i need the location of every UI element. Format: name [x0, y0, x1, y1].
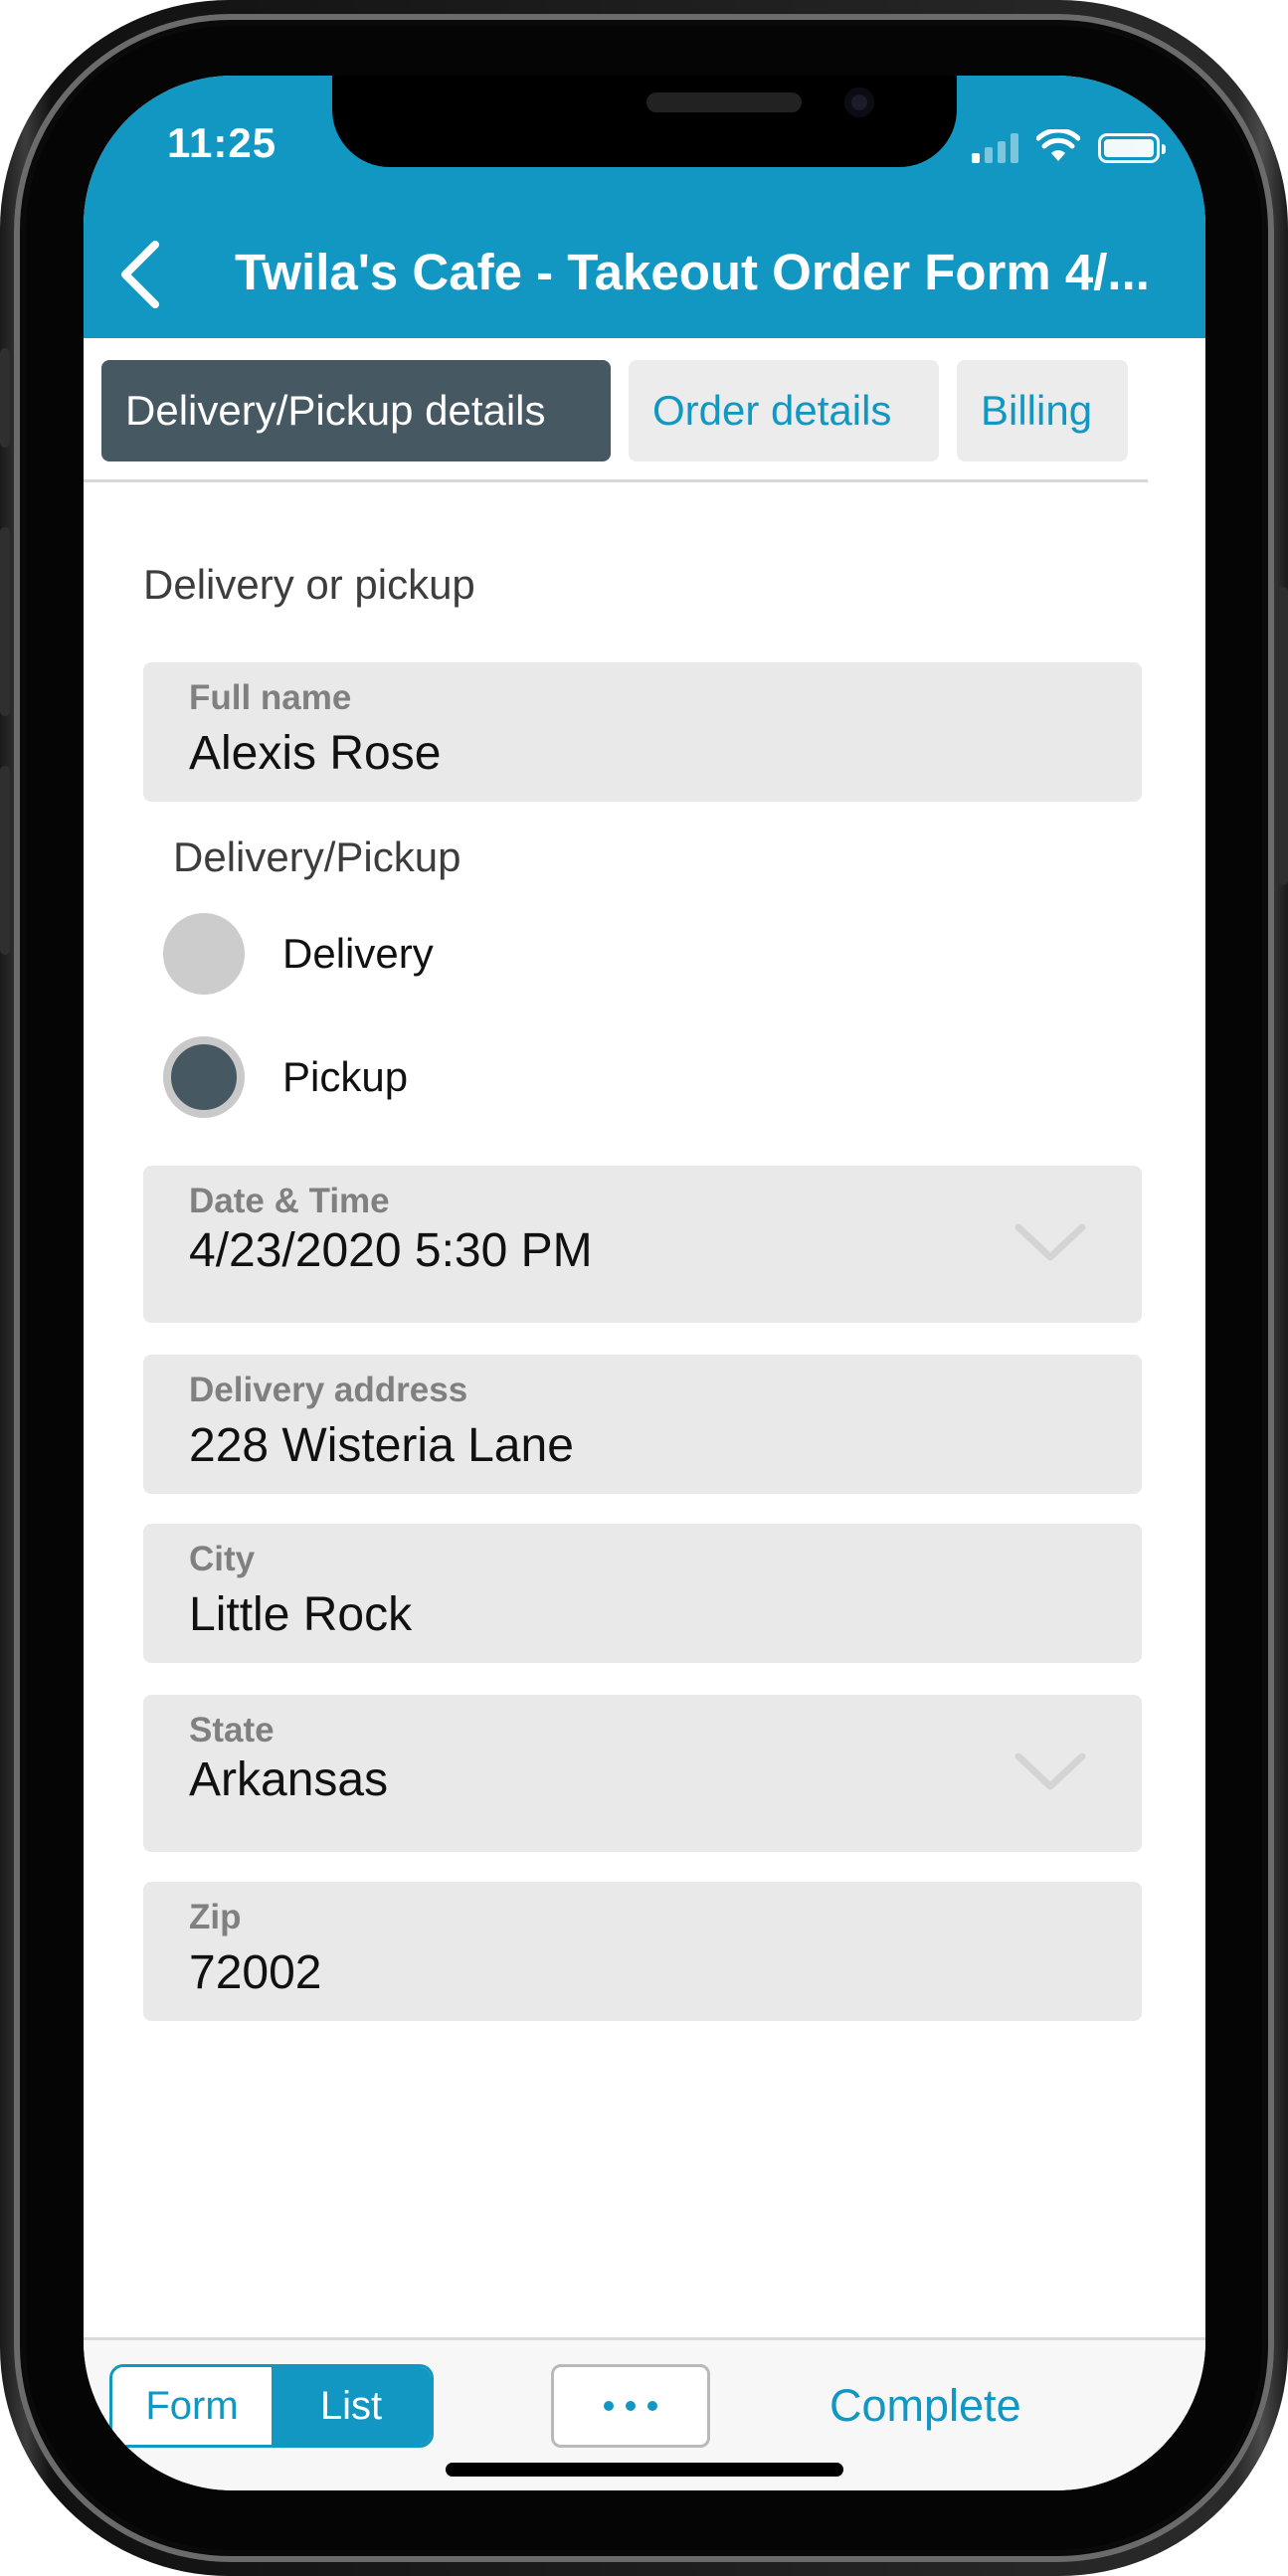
- page-title: Twila's Cafe - Takeout Order Form 4/...: [235, 244, 1150, 300]
- app-screen: 11:25 Twila's Cafe - Takeout Order Form …: [84, 76, 1205, 2490]
- mute-switch: [0, 348, 10, 448]
- view-toggle: Form List: [109, 2364, 434, 2448]
- full-name-field[interactable]: Full name Alexis Rose: [143, 662, 1142, 802]
- tab-billing[interactable]: Billing: [957, 360, 1128, 461]
- delivery-address-value: 228 Wisteria Lane: [189, 1419, 574, 1472]
- full-name-value: Alexis Rose: [189, 727, 442, 780]
- radio-pickup-label: Pickup: [282, 1053, 409, 1100]
- delivery-pickup-label: Delivery/Pickup: [173, 833, 461, 880]
- tab-bar: Delivery/Pickup details Order details Bi…: [101, 360, 1128, 461]
- date-time-dropdown[interactable]: Date & Time 4/23/2020 5:30 PM: [143, 1166, 1142, 1323]
- zip-value: 72002: [189, 1946, 322, 1999]
- radio-pickup[interactable]: [163, 1036, 245, 1118]
- tab-order-details[interactable]: Order details: [629, 360, 939, 461]
- date-time-value: 4/23/2020 5:30 PM: [189, 1224, 593, 1277]
- cellular-signal-icon: [972, 133, 1018, 163]
- radio-option-delivery[interactable]: Delivery: [163, 913, 434, 995]
- status-icons: [972, 127, 1166, 163]
- speaker-grille: [646, 92, 802, 112]
- date-time-label: Date & Time: [189, 1182, 390, 1220]
- home-indicator: [446, 2463, 843, 2477]
- chevron-left-icon[interactable]: [111, 235, 171, 314]
- city-label: City: [189, 1540, 256, 1578]
- state-value: Arkansas: [189, 1753, 389, 1806]
- front-camera: [844, 88, 874, 117]
- tab-delivery-pickup-details[interactable]: Delivery/Pickup details: [101, 360, 611, 461]
- zip-label: Zip: [189, 1898, 242, 1936]
- city-value: Little Rock: [189, 1588, 413, 1641]
- chevron-down-icon[interactable]: [1014, 1223, 1086, 1263]
- zip-field[interactable]: Zip 72002: [143, 1882, 1142, 2021]
- city-field[interactable]: City Little Rock: [143, 1524, 1142, 1663]
- radio-delivery[interactable]: [163, 913, 245, 995]
- form-view-button[interactable]: Form: [112, 2367, 272, 2445]
- volume-up-button: [0, 527, 10, 716]
- list-view-button[interactable]: List: [272, 2367, 431, 2445]
- battery-icon: [1098, 133, 1166, 163]
- wifi-icon: [1036, 129, 1080, 161]
- section-title: Delivery or pickup: [143, 561, 475, 608]
- full-name-label: Full name: [189, 678, 352, 717]
- volume-down-button: [0, 766, 10, 955]
- notch: [332, 76, 957, 167]
- radio-option-pickup[interactable]: Pickup: [163, 1036, 408, 1118]
- state-dropdown[interactable]: State Arkansas: [143, 1695, 1142, 1852]
- delivery-address-label: Delivery address: [189, 1371, 468, 1409]
- tab-divider: [84, 479, 1148, 482]
- complete-button[interactable]: Complete: [829, 2380, 1021, 2432]
- status-time: 11:25: [167, 119, 277, 166]
- state-label: State: [189, 1711, 275, 1749]
- power-button: [1278, 587, 1288, 885]
- delivery-address-field[interactable]: Delivery address 228 Wisteria Lane: [143, 1355, 1142, 1494]
- ellipsis-icon: [604, 2401, 614, 2411]
- radio-delivery-label: Delivery: [282, 930, 434, 977]
- more-options-button[interactable]: [551, 2364, 710, 2448]
- chevron-down-icon[interactable]: [1014, 1752, 1086, 1792]
- app-header: 11:25 Twila's Cafe - Takeout Order Form …: [84, 76, 1205, 338]
